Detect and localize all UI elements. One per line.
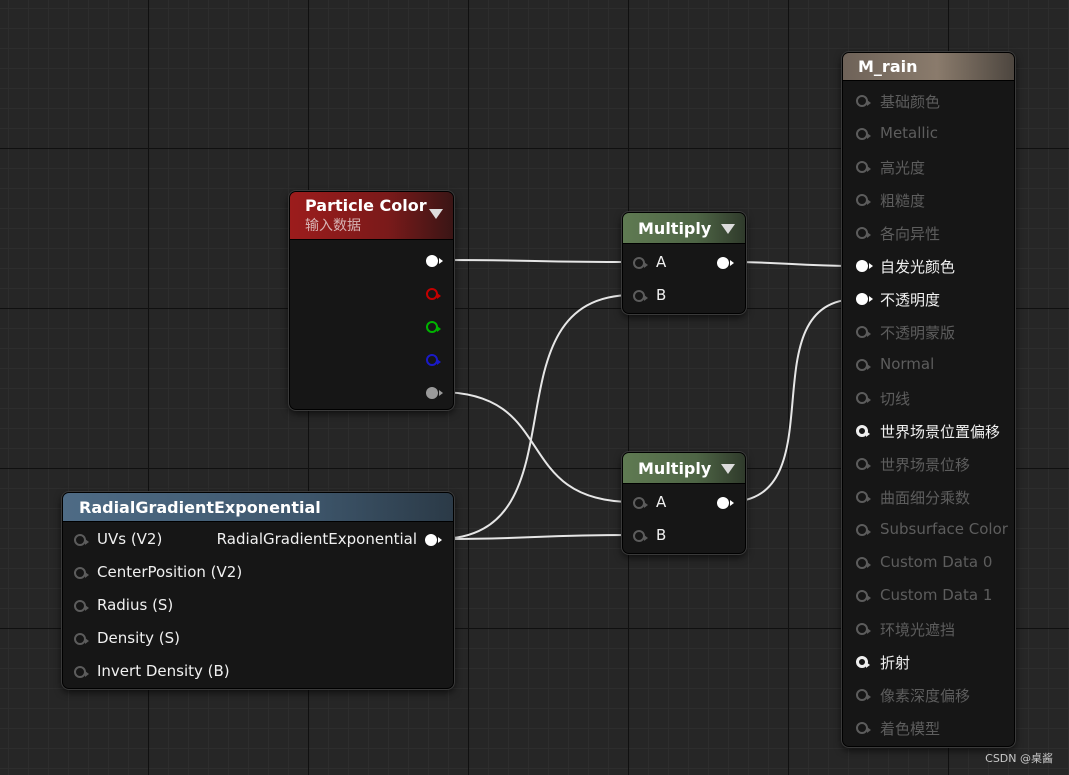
material-input-label: 粗糙度 <box>880 192 926 210</box>
material-input-pin[interactable] <box>856 722 871 734</box>
particle-color-node[interactable]: Particle Color 输入数据 <box>289 191 454 410</box>
material-input-label: 环境光遮挡 <box>880 621 956 639</box>
wire-particle-alpha-to-multiply-bottom-a <box>438 391 634 503</box>
radial-gradient-node[interactable]: RadialGradientExponential UVs (V2) Cente… <box>62 492 454 689</box>
radial-output-pin[interactable] <box>425 534 442 546</box>
particle-color-header[interactable]: Particle Color 输入数据 <box>290 192 453 240</box>
material-header[interactable]: M_rain <box>843 53 1014 81</box>
material-input-label: 像素深度偏移 <box>880 687 971 705</box>
radial-gradient-title: RadialGradientExponential <box>79 497 321 517</box>
radial-gradient-header[interactable]: RadialGradientExponential <box>63 493 453 522</box>
material-input-label: 折射 <box>880 654 911 672</box>
material-input-pin[interactable] <box>856 590 871 602</box>
material-input-pin[interactable] <box>856 161 871 173</box>
center-position-input-label: CenterPosition (V2) <box>97 563 243 581</box>
multiply-bottom-title: Multiply <box>638 458 712 478</box>
material-input-label: 各向异性 <box>880 225 941 243</box>
multiply-top-a-pin[interactable] <box>633 257 648 269</box>
invert-density-input-pin[interactable] <box>74 666 89 678</box>
wire-multiply-top-to-emissive <box>727 261 859 267</box>
radius-input-pin[interactable] <box>74 600 89 612</box>
multiply-bottom-a-label: A <box>656 493 667 511</box>
multiply-top-header[interactable]: Multiply <box>623 213 745 244</box>
g-output-pin[interactable] <box>426 321 441 333</box>
particle-color-title: Particle Color <box>305 196 427 215</box>
material-input-pin[interactable] <box>856 557 871 569</box>
material-input-label: 着色模型 <box>880 720 941 738</box>
density-input-pin[interactable] <box>74 633 89 645</box>
invert-density-input-label: Invert Density (B) <box>97 662 230 680</box>
material-input-pin[interactable] <box>856 359 871 371</box>
material-input-label: Subsurface Color <box>880 520 1008 538</box>
multiply-top-b-label: B <box>656 286 667 304</box>
collapse-arrow-icon[interactable] <box>721 224 735 234</box>
material-input-pin[interactable] <box>856 524 871 536</box>
material-input-label: 切线 <box>880 390 911 408</box>
particle-color-subtitle: 输入数据 <box>305 218 361 234</box>
r-output-pin[interactable] <box>426 288 441 300</box>
multiply-bottom-output-pin[interactable] <box>717 497 734 509</box>
material-input-pin[interactable] <box>856 656 870 668</box>
multiply-bottom-header[interactable]: Multiply <box>623 453 745 484</box>
uvs-input-pin[interactable] <box>74 534 89 546</box>
b-output-pin[interactable] <box>426 354 441 366</box>
material-input-pin[interactable] <box>856 689 871 701</box>
material-input-pin[interactable] <box>856 491 871 503</box>
material-input-pin[interactable] <box>856 260 873 272</box>
material-input-pin[interactable] <box>856 227 871 239</box>
material-input-label: 世界场景位移 <box>880 456 971 474</box>
multiply-bottom-b-label: B <box>656 526 667 544</box>
uvs-input-label: UVs (V2) <box>97 530 163 548</box>
material-input-label: 自发光颜色 <box>880 258 956 276</box>
material-title: M_rain <box>858 57 918 76</box>
wire-radial-to-multiply-top-b <box>437 294 634 540</box>
material-input-pin[interactable] <box>856 392 871 404</box>
radius-input-label: Radius (S) <box>97 596 174 614</box>
material-input-label: Metallic <box>880 124 938 142</box>
material-input-pin[interactable] <box>856 128 871 140</box>
wire-particle-rgb-to-multiply-top-a <box>438 259 634 263</box>
material-input-pin[interactable] <box>856 293 873 305</box>
multiply-top-output-pin[interactable] <box>717 257 734 269</box>
material-input-label: 高光度 <box>880 159 926 177</box>
material-input-pin[interactable] <box>856 326 871 338</box>
density-input-label: Density (S) <box>97 629 181 647</box>
material-input-pin[interactable] <box>856 425 870 437</box>
multiply-top-a-label: A <box>656 253 667 271</box>
material-input-label: Custom Data 0 <box>880 553 993 571</box>
multiply-bottom-a-pin[interactable] <box>633 497 648 509</box>
center-position-input-pin[interactable] <box>74 567 89 579</box>
material-input-label: 世界场景位置偏移 <box>880 423 1001 441</box>
a-output-pin[interactable] <box>426 387 443 399</box>
material-result-node[interactable]: M_rain 基础颜色 Metallic 高光度粗糙度各向异性自发光颜色不透明度不透… <box>842 52 1015 747</box>
multiply-bottom-node[interactable]: Multiply A B <box>622 452 746 554</box>
multiply-top-node[interactable]: Multiply A B <box>622 212 746 314</box>
material-input-label: Custom Data 1 <box>880 586 993 604</box>
material-input-pin[interactable] <box>856 95 871 107</box>
radial-output-label: RadialGradientExponential <box>216 530 417 548</box>
collapse-arrow-icon[interactable] <box>429 209 443 219</box>
multiply-top-b-pin[interactable] <box>633 290 648 302</box>
multiply-bottom-b-pin[interactable] <box>633 530 648 542</box>
wire-radial-to-multiply-bottom-b <box>437 534 634 540</box>
rgb-output-pin[interactable] <box>426 255 443 267</box>
material-input-label: 不透明蒙版 <box>880 324 956 342</box>
material-input-label: 基础颜色 <box>880 93 941 111</box>
material-input-pin[interactable] <box>856 458 871 470</box>
collapse-arrow-icon[interactable] <box>721 464 735 474</box>
material-input-label: 不透明度 <box>880 291 941 309</box>
material-input-pin[interactable] <box>856 623 871 635</box>
material-input-pin[interactable] <box>856 194 871 206</box>
watermark: CSDN @桌酱 <box>985 752 1053 765</box>
material-input-label: Normal <box>880 355 935 373</box>
wire-multiply-bottom-to-opacity <box>727 298 859 503</box>
multiply-top-title: Multiply <box>638 218 712 238</box>
material-input-label: 曲面细分乘数 <box>880 489 971 507</box>
